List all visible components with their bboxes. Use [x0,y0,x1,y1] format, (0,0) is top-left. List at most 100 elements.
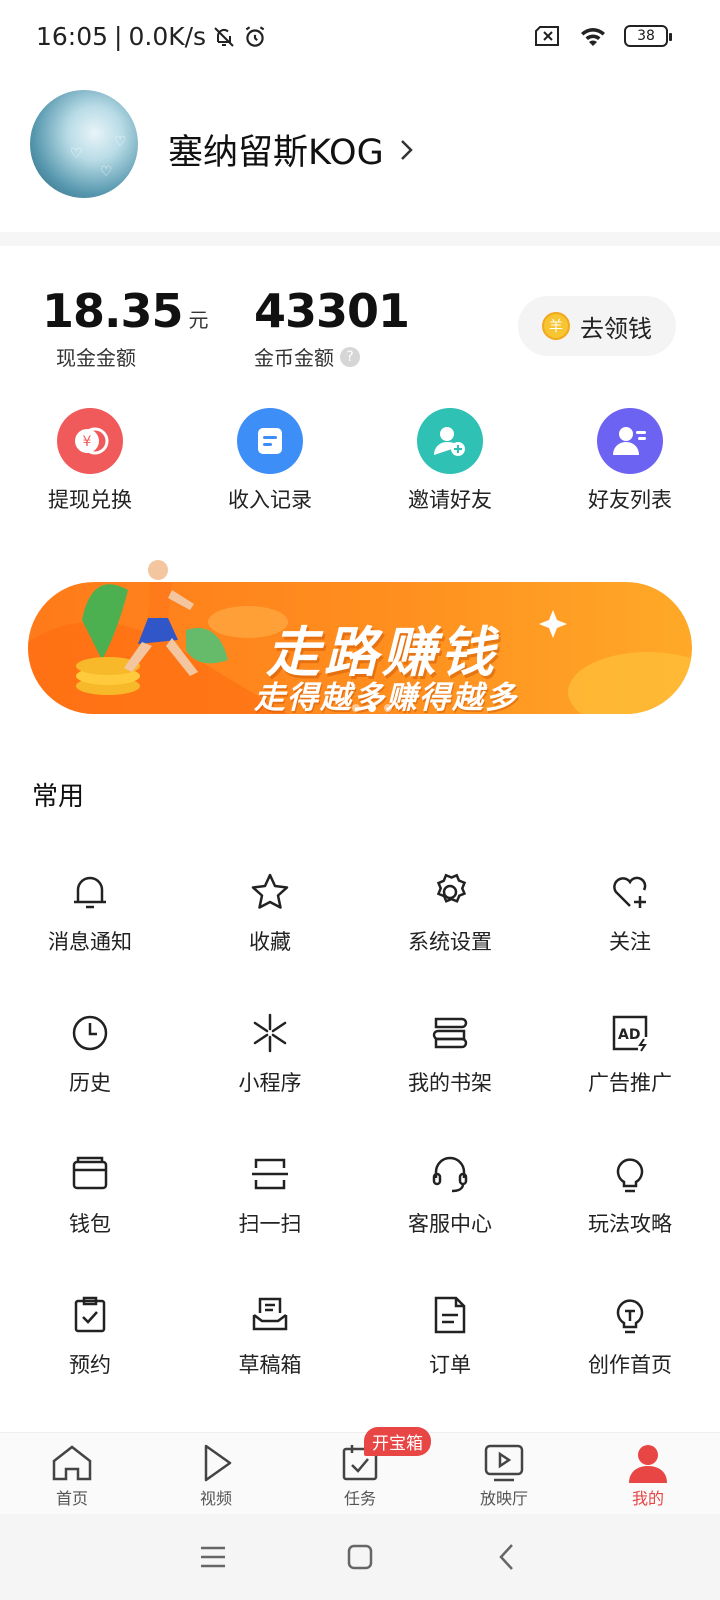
coin-icon: 羊 [542,312,570,340]
lightbulb-icon [616,1158,644,1193]
grid-item-booking[interactable]: 预约 [0,1281,180,1422]
tab-home[interactable]: 首页 [0,1433,144,1514]
screening-icon [484,1444,524,1482]
tab-mine[interactable]: 我的 [576,1433,720,1514]
grid-item-bookshelf[interactable]: 我的书架 [360,999,540,1140]
heart-plus-icon [613,876,647,908]
grid-item-label: 钱包 [69,1212,111,1236]
bottom-tab-bar: 首页 视频 任务 开宝箱 放映厅 我的 [0,1427,720,1514]
grid-item-wallet[interactable]: 钱包 [0,1140,180,1281]
avatar-sparkle-icon: ♡ [114,134,127,150]
tab-tasks[interactable]: 任务 开宝箱 [288,1427,432,1514]
grid-item-notifications[interactable]: 消息通知 [0,858,180,999]
grid-item-creator[interactable]: 创作首页 [540,1281,720,1422]
quick-action-label: 好友列表 [588,488,672,512]
avatar-sparkle-icon: ♡ [70,146,83,162]
grid-item-label: 扫一扫 [238,1212,302,1236]
yuan-coin-icon: ¥ [57,408,123,474]
grid-item-scan[interactable]: 扫一扫 [180,1140,360,1281]
clock-icon [72,1015,108,1051]
grid-item-settings[interactable]: 系统设置 [360,858,540,999]
carousel-dot [368,704,376,712]
walk-earn-banner[interactable]: 走路赚钱 走得越多赚得越多 [28,560,692,720]
profile-header[interactable]: ♡ ♡ ♡ 塞纳留斯KOG [0,90,720,230]
tab-video[interactable]: 视频 [144,1433,288,1514]
mini-program-icon [253,1013,287,1053]
grid-item-label: 系统设置 [408,930,492,954]
grid-item-label: 历史 [69,1071,111,1095]
quick-action-label: 邀请好友 [408,488,492,512]
avatar-sparkle-icon: ♡ [100,164,113,180]
quick-action-invite[interactable]: 邀请好友 [360,408,540,514]
bookshelf-icon [432,1017,468,1049]
chevron-left-icon [498,1544,513,1570]
user-icon [629,1445,667,1483]
username: 塞纳留斯KOG [168,133,384,173]
grid-item-drafts[interactable]: 草稿箱 [180,1281,360,1422]
record-icon [237,408,303,474]
coin-label: 金币金额 [254,346,334,370]
home-button[interactable] [340,1537,380,1577]
coin-balance[interactable]: 43301 金币金额 ? [254,284,410,371]
back-button[interactable] [487,1537,527,1577]
grid-item-label: 关注 [609,930,651,954]
grid-item-mini-program[interactable]: 小程序 [180,999,360,1140]
clipboard-check-icon [74,1296,106,1333]
status-network-speed: 0.0K/s [128,22,207,51]
tab-label: 首页 [55,1489,88,1508]
grid-item-label: 玩法攻略 [588,1212,672,1236]
tab-label: 放映厅 [479,1489,528,1508]
cash-value: 18.35 [42,284,184,338]
chevron-right-icon [400,139,413,160]
cash-balance[interactable]: 18.35 元 现金金额 [42,284,209,371]
headset-icon [432,1156,468,1193]
bell-off-icon [214,26,234,47]
quick-action-friends[interactable]: 好友列表 [540,408,720,514]
grid-item-history[interactable]: 历史 [0,999,180,1140]
username-link[interactable]: 塞纳留斯KOG [168,124,414,175]
svg-text:AD: AD [618,1027,640,1043]
grid-item-follow[interactable]: 关注 [540,858,720,999]
status-bar: 16:05 | 0.0K/s 38 [0,0,720,76]
grid-item-label: 收藏 [249,930,291,954]
grid-item-guide[interactable]: 玩法攻略 [540,1140,720,1281]
carousel-dots [352,704,392,712]
runner-illustration-icon [76,560,228,695]
scan-icon [252,1158,288,1190]
play-icon [204,1444,232,1482]
alarm-icon [245,25,265,47]
grid-item-label: 广告推广 [588,1071,672,1095]
grid-item-label: 小程序 [238,1071,302,1095]
gear-icon [436,873,467,903]
user-list-icon [597,408,663,474]
grid-item-ad[interactable]: AD 广告推广 [540,999,720,1140]
grid-item-label: 客服中心 [408,1212,492,1236]
common-grid: 消息通知 收藏 系统设置 关注 历史 小程序 我的书架 AD 广告推广 钱包 扫… [0,858,720,1422]
tab-screening[interactable]: 放映厅 [432,1433,576,1514]
tab-label: 任务 [343,1489,376,1508]
common-section-title: 常用 [32,782,85,812]
grid-item-support[interactable]: 客服中心 [360,1140,540,1281]
avatar[interactable]: ♡ ♡ ♡ [30,90,138,198]
tab-label: 视频 [199,1489,232,1508]
help-icon[interactable]: ? [340,346,360,367]
bell-icon [74,876,106,909]
menu-button[interactable] [193,1537,233,1577]
section-divider [0,232,720,246]
grid-item-favorites[interactable]: 收藏 [180,858,360,999]
grid-item-label: 消息通知 [48,930,132,954]
quick-action-withdraw[interactable]: ¥ 提现兑换 [0,408,180,514]
status-time: 16:05 [36,22,109,51]
grid-item-label: 订单 [429,1353,471,1377]
claim-money-button[interactable]: 羊 去领钱 [518,296,676,356]
claim-money-label: 去领钱 [580,314,652,343]
cash-unit: 元 [188,308,209,332]
grid-item-orders[interactable]: 订单 [360,1281,540,1422]
wifi-icon [581,28,605,46]
ad-icon: AD [612,1015,648,1052]
quick-actions: ¥ 提现兑换 收入记录 邀请好友 好友列表 [0,408,720,514]
home-icon [52,1445,92,1481]
draft-box-icon [252,1297,288,1331]
carousel-dot [352,704,360,712]
quick-action-income[interactable]: 收入记录 [180,408,360,514]
